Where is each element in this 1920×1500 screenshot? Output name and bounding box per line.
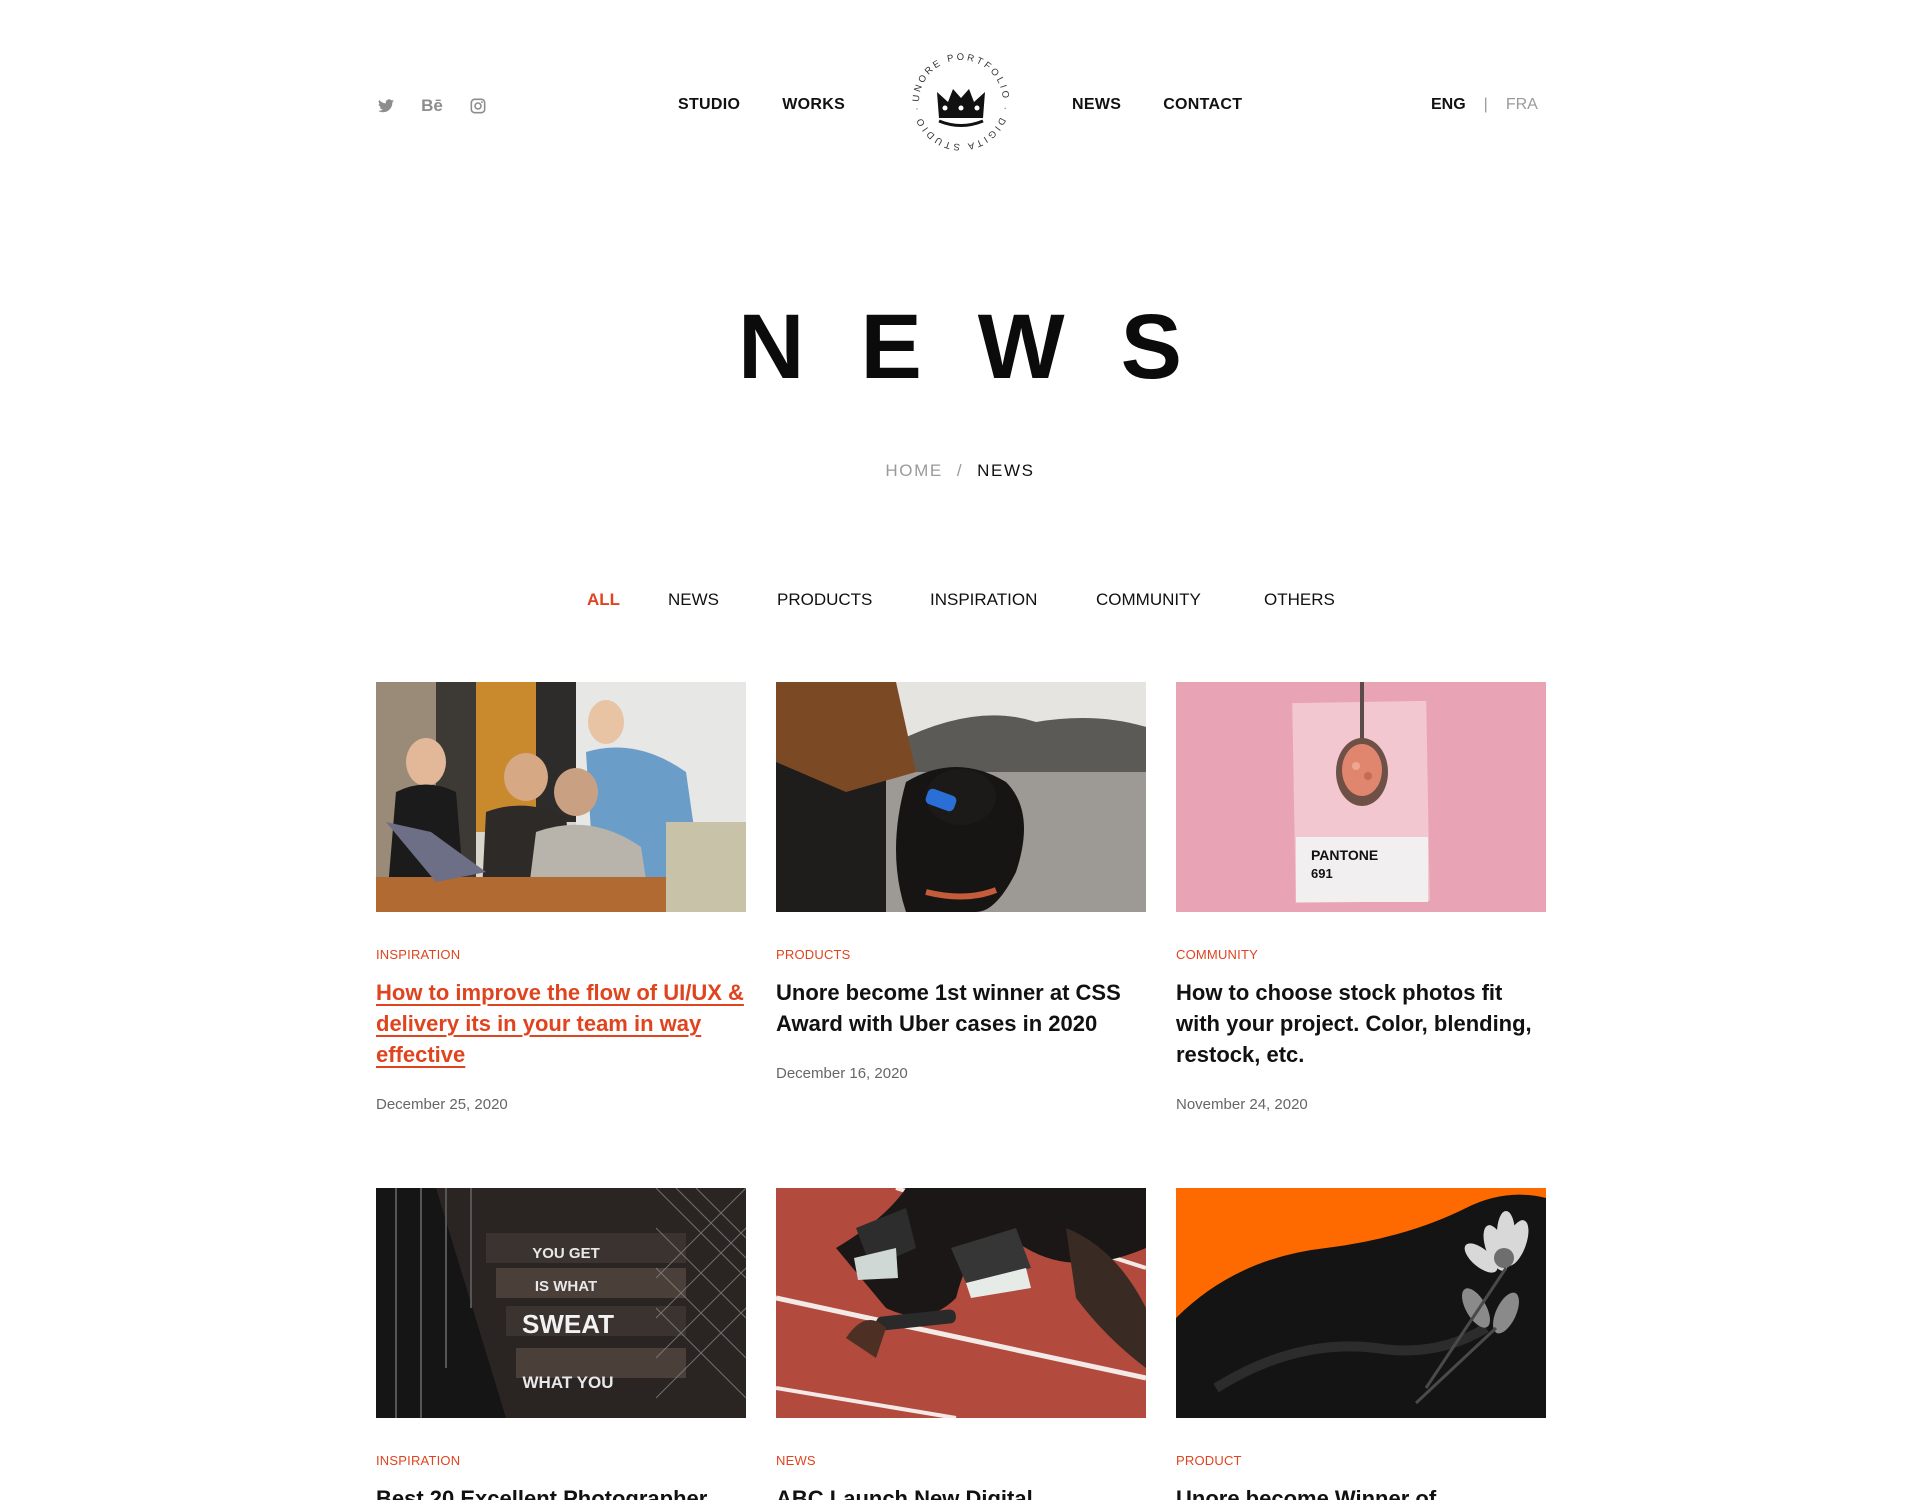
post-image-pantone[interactable]: PANTONE 691 [1176, 682, 1546, 912]
post-card: PRODUCT Unore become Winner of [1176, 1188, 1546, 1500]
post-card: PRODUCTS Unore become 1st winner at CSS … [776, 682, 1146, 1082]
filter-inspiration[interactable]: INSPIRATION [930, 590, 1037, 610]
post-card: NEWS ABC Launch New Digital [776, 1188, 1146, 1500]
main-nav-right: NEWS CONTACT [1072, 96, 1242, 114]
post-category[interactable]: INSPIRATION [376, 1453, 746, 1468]
filter-news[interactable]: NEWS [668, 590, 719, 610]
post-image-dog[interactable] [776, 682, 1146, 912]
post-title[interactable]: Unore become Winner of [1176, 1483, 1546, 1500]
stairs-text-2: IS WHAT [535, 1278, 597, 1295]
post-category[interactable]: INSPIRATION [376, 947, 746, 962]
pantone-label: PANTONE [1311, 847, 1378, 863]
nav-news[interactable]: NEWS [1072, 96, 1121, 114]
stairs-text-4: WHAT YOU [523, 1373, 614, 1392]
post-image-team-meeting[interactable] [376, 682, 746, 912]
post-date: December 25, 2020 [376, 1096, 508, 1113]
twitter-icon[interactable] [375, 96, 397, 116]
nav-contact[interactable]: CONTACT [1163, 96, 1242, 114]
behance-icon[interactable]: Bē [421, 96, 443, 116]
post-card: INSPIRATION How to improve the flow of U… [376, 682, 746, 1113]
post-date: November 24, 2020 [1176, 1096, 1308, 1113]
post-category[interactable]: COMMUNITY [1176, 947, 1546, 962]
language-switcher: ENG | FRA [1431, 96, 1538, 114]
breadcrumb: HOME / NEWS [0, 461, 1920, 481]
filter-others[interactable]: OTHERS [1264, 590, 1335, 610]
filter-all[interactable]: ALL [587, 590, 620, 610]
post-date: December 16, 2020 [776, 1065, 908, 1082]
breadcrumb-current: NEWS [977, 461, 1035, 480]
filter-products[interactable]: PRODUCTS [777, 590, 872, 610]
site-header: Bē STUDIO WORKS UNORE PORTFOLIO · DIGITA… [0, 0, 1920, 210]
post-card: YOU GET IS WHAT SWEAT WHAT YOU INSPIRATI… [376, 1188, 746, 1500]
post-title[interactable]: How to choose stock photos fit with your… [1176, 977, 1546, 1070]
post-card: PANTONE 691 COMMUNITY How to choose stoc… [1176, 682, 1546, 1113]
post-title[interactable]: ABC Launch New Digital [776, 1483, 1146, 1500]
breadcrumb-home[interactable]: HOME [885, 461, 942, 480]
post-title[interactable]: Unore become 1st winner at CSS Award wit… [776, 977, 1146, 1039]
post-title[interactable]: How to improve the flow of UI/UX & deliv… [376, 977, 746, 1070]
post-image-hand[interactable] [1176, 1188, 1546, 1418]
stairs-text-1: YOU GET [532, 1245, 600, 1262]
site-logo[interactable]: UNORE PORTFOLIO · DIGITA STUDIO · [907, 48, 1015, 156]
social-links: Bē [375, 96, 489, 116]
lang-eng[interactable]: ENG [1431, 96, 1466, 114]
page-title: NEWS [738, 296, 1238, 398]
post-image-stairs[interactable]: YOU GET IS WHAT SWEAT WHAT YOU [376, 1188, 746, 1418]
filter-community[interactable]: COMMUNITY [1096, 590, 1201, 610]
crown-logo-icon: UNORE PORTFOLIO · DIGITA STUDIO · [911, 52, 1009, 152]
main-nav-left: STUDIO WORKS [678, 96, 845, 114]
nav-works[interactable]: WORKS [782, 96, 845, 114]
stairs-text-3: SWEAT [522, 1309, 614, 1339]
lang-separator: | [1483, 96, 1488, 113]
post-title[interactable]: Best 20 Excellent Photographer [376, 1483, 746, 1500]
post-category[interactable]: PRODUCT [1176, 1453, 1546, 1468]
post-image-runner[interactable] [776, 1188, 1146, 1418]
nav-studio[interactable]: STUDIO [678, 96, 740, 114]
breadcrumb-separator: / [956, 461, 964, 480]
post-category[interactable]: NEWS [776, 1453, 1146, 1468]
instagram-icon[interactable] [467, 96, 489, 116]
pantone-number: 691 [1311, 866, 1333, 881]
post-category[interactable]: PRODUCTS [776, 947, 1146, 962]
lang-fra[interactable]: FRA [1506, 96, 1538, 114]
